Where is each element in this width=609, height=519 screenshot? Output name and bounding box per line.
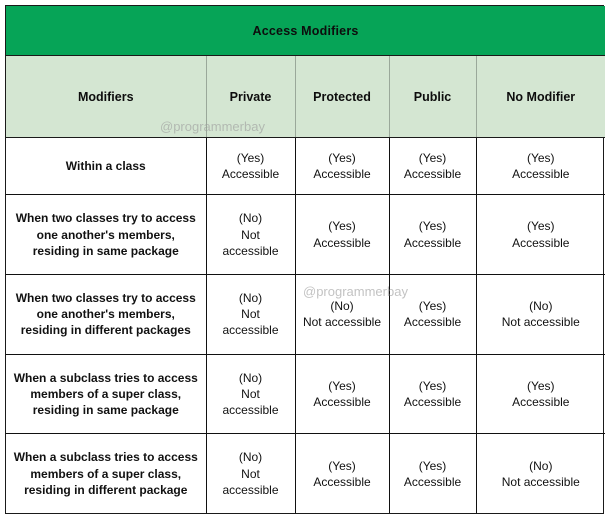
cell-detail: Accessible [512,395,570,410]
cell-verdict: (No) [238,211,263,226]
cell-private: (Yes) Accessible [206,137,296,196]
cell-public: (Yes) Accessible [389,137,477,196]
cell-verdict: (No) [238,291,263,306]
cell-detail: Accessible [313,395,371,410]
cell-verdict: (Yes) [418,150,447,165]
cell-detail: Not accessible [501,315,580,330]
table-row: Within a class (Yes) Accessible (Yes) Ac… [6,137,606,196]
cell-verdict: (Yes) [526,150,555,165]
table-row: When two classes try to access one anoth… [6,274,606,355]
row-label: When two classes try to access one anoth… [6,194,207,276]
row-label: When two classes try to access one anoth… [6,274,207,355]
cell-verdict: (Yes) [526,378,555,393]
cell-public: (Yes) Accessible [389,274,477,355]
table-row: When a subclass tries to access members … [6,433,605,513]
cell-verdict: (No) [529,299,553,314]
cell-private: (No) Not accessible [206,274,296,355]
cell-detail: Not accessible [501,474,580,489]
cell-private: (No) Not accessible [206,354,296,435]
cell-detail: Accessible [403,315,462,330]
cell-detail: Not accessible [222,387,279,418]
table-row: When a subclass tries to access members … [6,354,606,435]
cell-verdict: (Yes) [328,378,356,393]
cell-no-modifier: (No) Not accessible [476,434,605,513]
cell-detail: Accessible [403,167,462,182]
cell-no-modifier: (Yes) Accessible [476,194,606,276]
cell-protected: (Yes) Accessible [295,194,390,276]
row-label: Within a class [6,137,207,196]
column-header-private: Private [206,55,296,138]
cell-protected: (Yes) Accessible [295,137,390,196]
cell-protected: (Yes) Accessible [295,354,390,435]
column-header-public: Public [389,55,477,138]
cell-public: (Yes) Accessible [389,433,477,513]
column-header-modifiers: Modifiers [6,55,207,138]
cell-public: (Yes) Accessible [389,354,477,435]
cell-detail: Accessible [512,235,570,250]
access-modifiers-table: Access Modifiers Modifiers Private Prote… [6,6,606,513]
row-label: When a subclass tries to access members … [6,354,207,435]
cell-verdict: (No) [330,299,354,314]
cell-detail: Not accessible [302,315,382,330]
cell-detail: Not accessible [222,227,279,258]
cell-detail: Accessible [313,167,371,182]
cell-verdict: (Yes) [418,458,447,473]
cell-verdict: (Yes) [418,378,447,393]
cell-verdict: (Yes) [328,458,356,473]
cell-public: (Yes) Accessible [389,194,477,276]
cell-detail: Accessible [221,167,280,182]
cell-detail: Not accessible [222,307,279,338]
cell-detail: Accessible [313,235,371,250]
cell-verdict: (No) [529,458,553,473]
cell-detail: Accessible [403,474,462,489]
column-header-protected: Protected [295,55,390,138]
cell-verdict: (No) [238,450,263,465]
cell-verdict: (Yes) [418,219,447,234]
cell-detail: Accessible [403,395,462,410]
cell-no-modifier: (Yes) Accessible [476,354,606,435]
cell-verdict: (Yes) [328,150,356,165]
column-header-no-modifier: No Modifier [476,55,606,138]
cell-no-modifier: (No) Not accessible [476,274,606,355]
cell-detail: Accessible [403,235,462,250]
cell-detail: Accessible [512,167,570,182]
table-title: Access Modifiers [6,6,606,56]
table-title-row: Access Modifiers [6,6,606,56]
table-header-row: Modifiers Private Protected Public No Mo… [6,55,606,138]
table-row: When two classes try to access one anoth… [6,194,606,276]
cell-protected: (Yes) Accessible [295,433,390,513]
cell-detail: Not accessible [222,466,279,497]
cell-private: (No) Not accessible [206,433,296,513]
row-label: When a subclass tries to access members … [6,433,207,513]
cell-verdict: (Yes) [328,219,356,234]
cell-verdict: (No) [238,370,263,385]
cell-verdict: (Yes) [418,299,447,314]
cell-verdict: (Yes) [526,219,555,234]
cell-no-modifier: (Yes) Accessible [476,137,606,196]
cell-verdict: (Yes) [236,150,265,165]
cell-protected: (No) Not accessible [295,274,390,355]
cell-detail: Accessible [313,474,371,489]
access-modifiers-table-container: Access Modifiers Modifiers Private Prote… [5,5,606,514]
cell-private: (No) Not accessible [206,194,296,276]
